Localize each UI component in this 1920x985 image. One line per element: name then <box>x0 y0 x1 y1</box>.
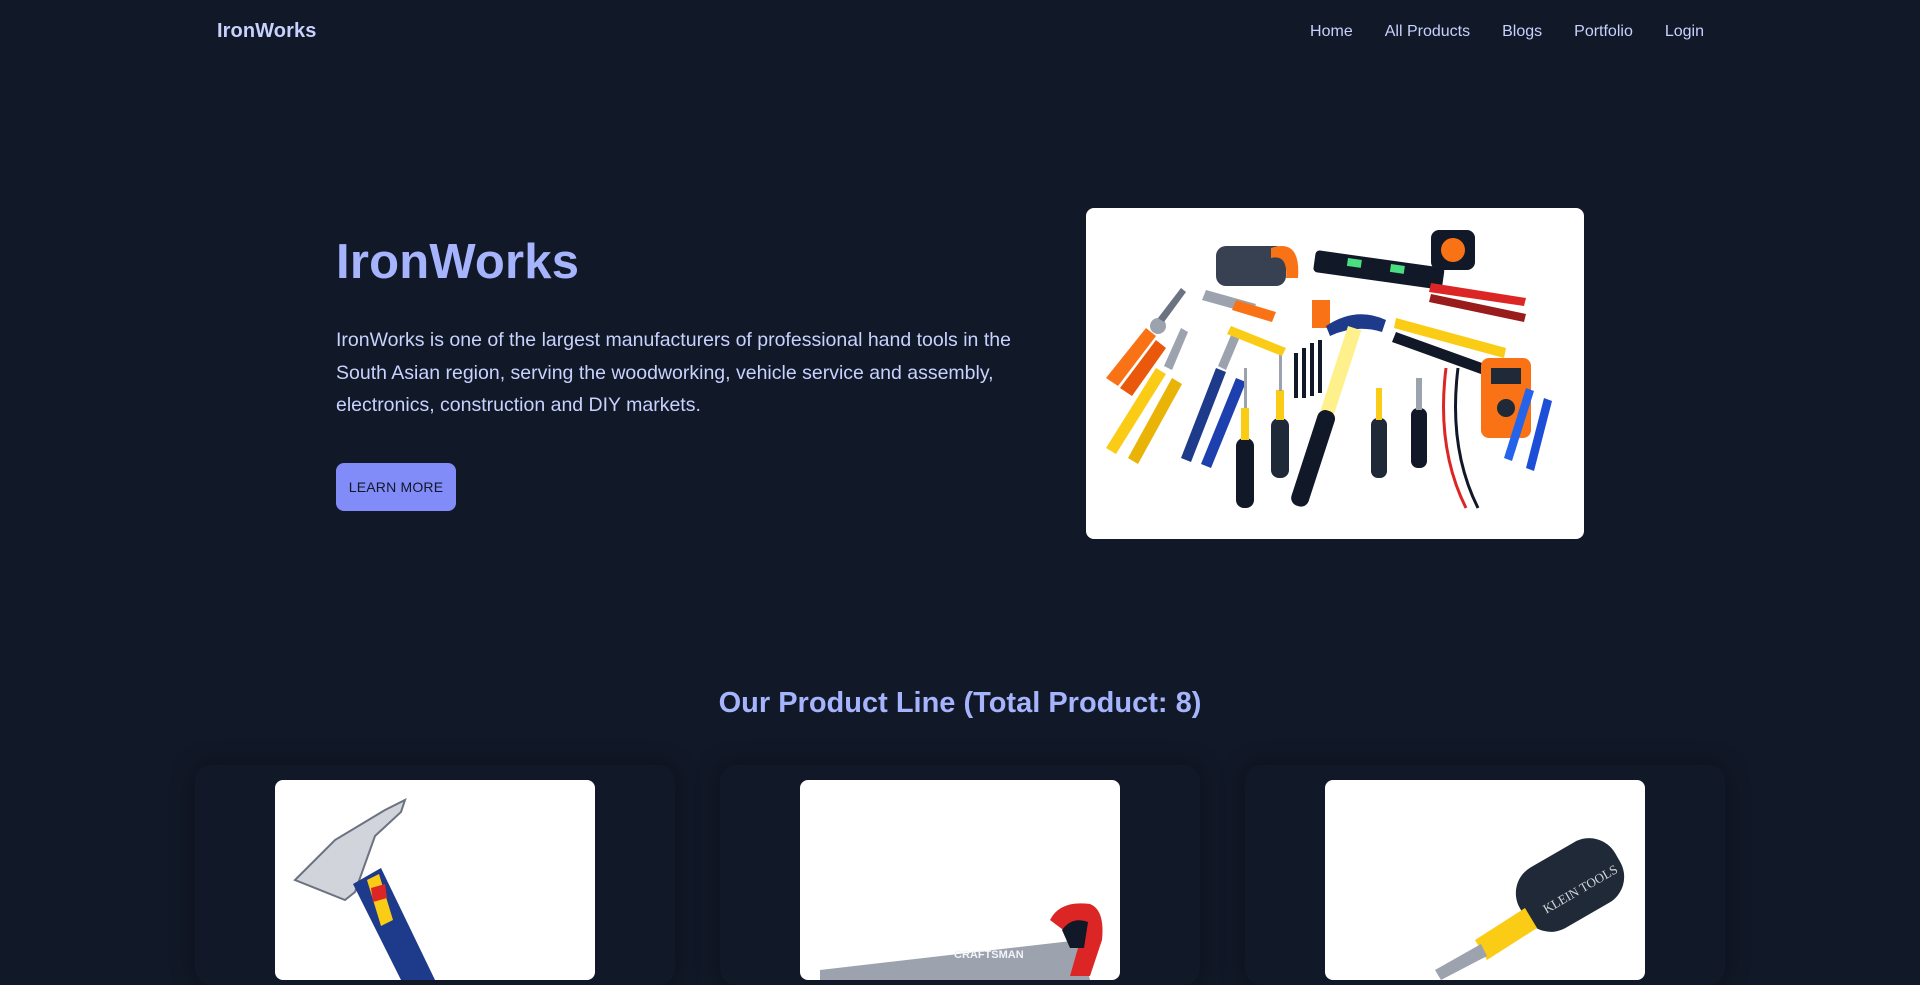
hand-saw-image: CRAFTSMAN <box>800 780 1120 980</box>
hero-description: IronWorks is one of the largest manufact… <box>336 329 1011 416</box>
learn-more-button[interactable]: LEARN MORE <box>336 463 456 511</box>
nav-link-blogs[interactable]: Blogs <box>1502 20 1542 44</box>
nav-link-portfolio[interactable]: Portfolio <box>1574 20 1633 44</box>
brand-logo[interactable]: IronWorks <box>217 20 316 43</box>
nav-links: Home All Products Blogs Portfolio Login <box>1310 20 1704 44</box>
screwdriver-image: KLEIN TOOLS <box>1325 780 1645 980</box>
hero-title: IronWorks <box>336 235 580 289</box>
hammer-image <box>275 780 595 980</box>
nav-link-all-products[interactable]: All Products <box>1385 20 1470 44</box>
navbar: IronWorks Home All Products Blogs Portfo… <box>0 0 1920 66</box>
product-section-title: Our Product Line (Total Product: 8) <box>718 687 1202 719</box>
nav-link-home[interactable]: Home <box>1310 20 1353 44</box>
nav-link-login[interactable]: Login <box>1665 20 1704 44</box>
hero-text: IronWorks IronWorks is one of the larges… <box>336 232 1036 422</box>
svg-text:CRAFTSMAN: CRAFTSMAN <box>954 949 1024 961</box>
hammer-in-set-icon <box>1291 314 1386 507</box>
hand-tools-collection-image <box>1086 208 1584 539</box>
